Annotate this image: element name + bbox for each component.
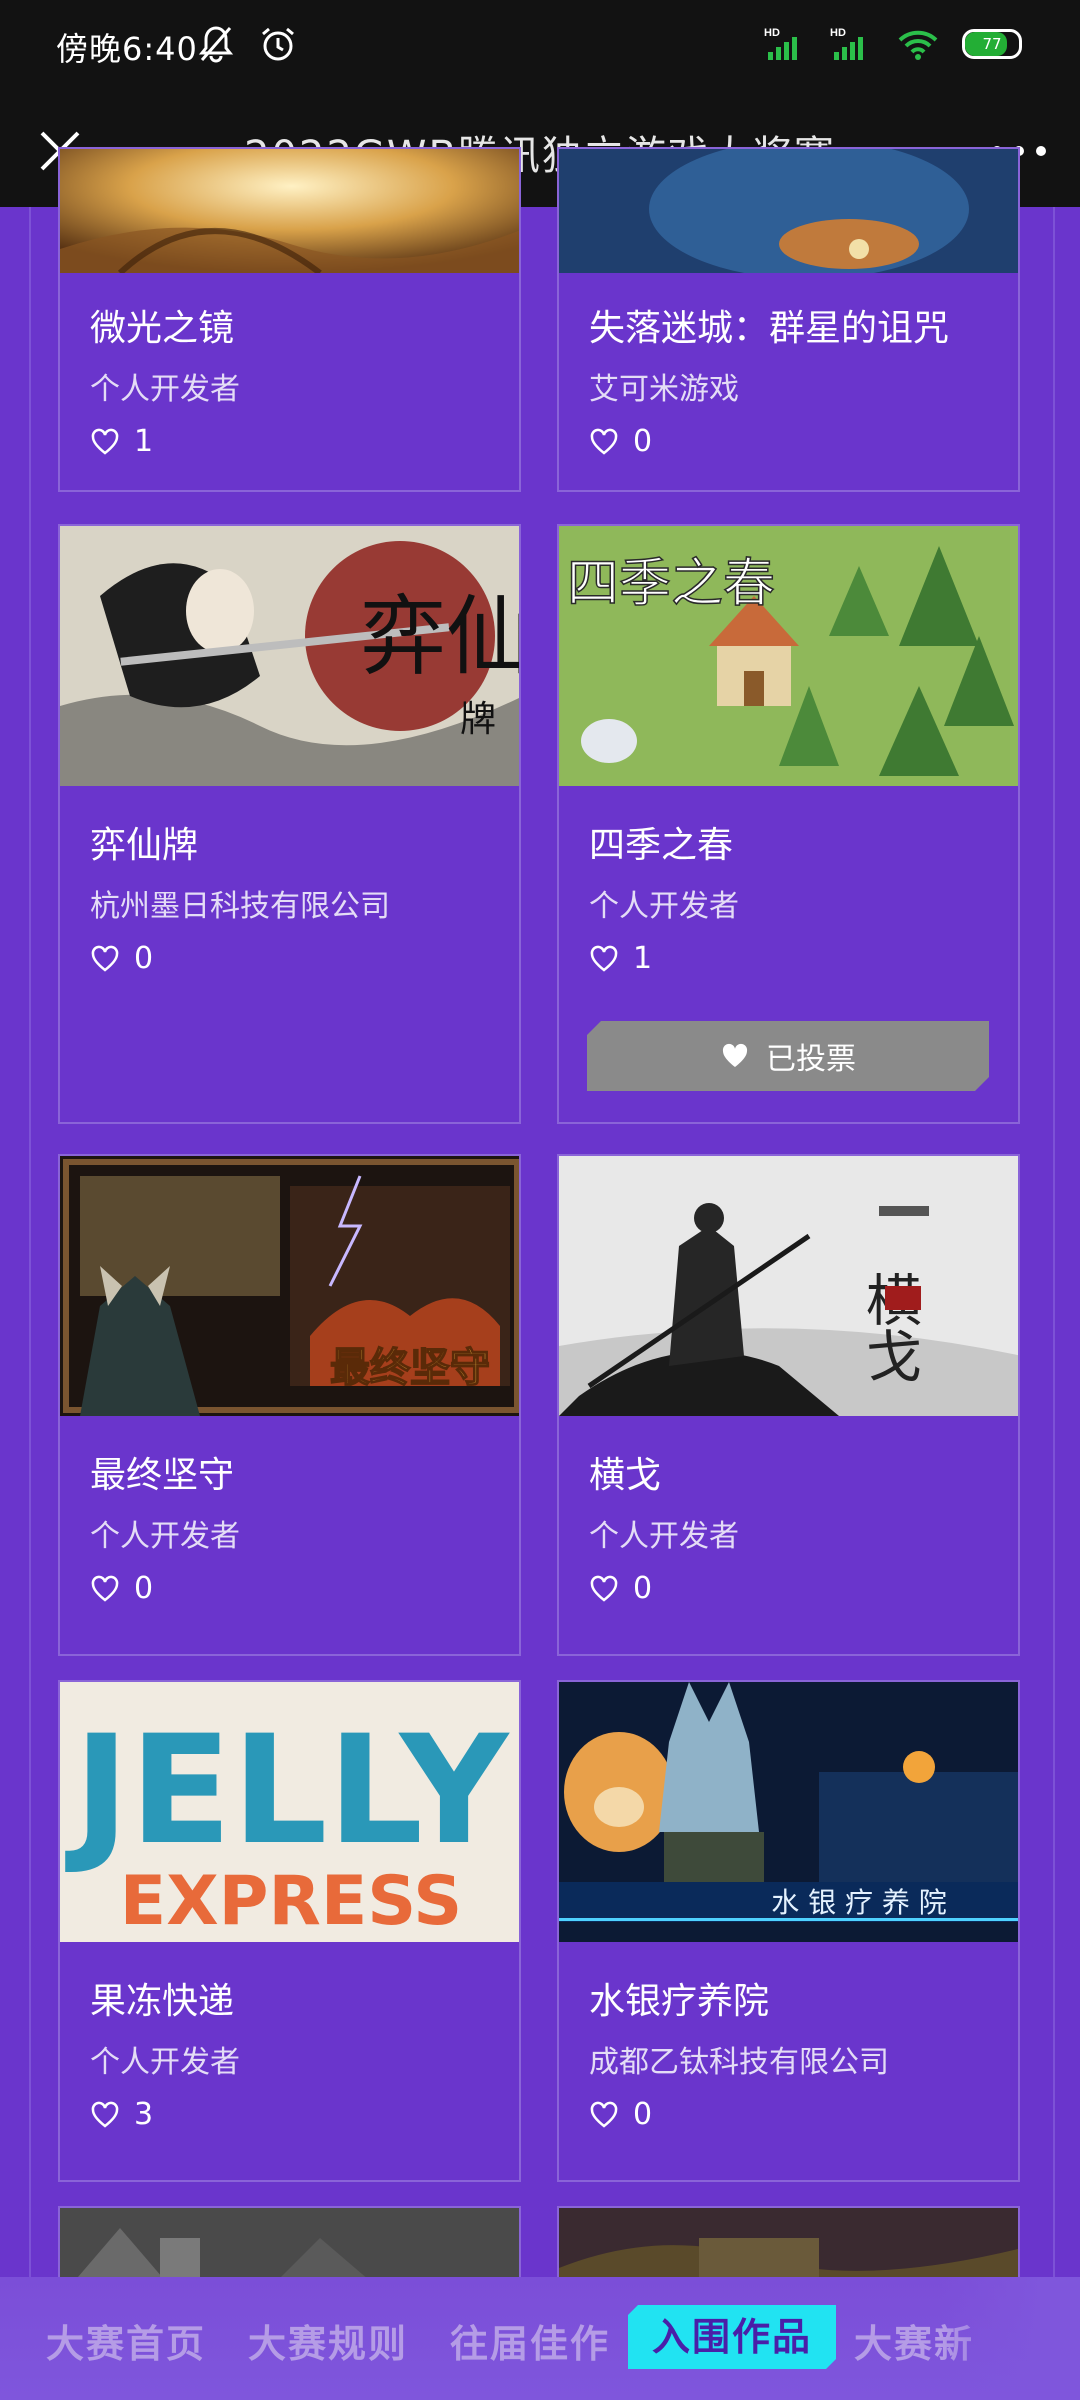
game-card[interactable]: 横戈 横戈 个人开发者 0 [557, 1154, 1020, 1656]
heart-outline-icon [91, 428, 119, 455]
tab-past-works[interactable]: 往届佳作 [450, 2313, 610, 2368]
game-card[interactable]: 微光之镜 个人开发者 1 [58, 147, 521, 492]
nav-fade-overlay [940, 2277, 1080, 2400]
game-title[interactable]: 果冻快递 [90, 1972, 234, 2024]
wifi-icon [898, 30, 938, 60]
svg-text:HD: HD [830, 27, 846, 39]
cover-art-subtitle: 牌 [460, 699, 496, 740]
game-title[interactable]: 四季之春 [589, 816, 733, 868]
svg-text:HD: HD [764, 27, 780, 39]
game-developer: 成都乙钛科技有限公司 [589, 2045, 889, 2080]
like-count[interactable]: 0 [90, 941, 153, 976]
like-number: 0 [633, 1571, 653, 1606]
like-number: 1 [633, 941, 653, 976]
like-count[interactable]: 1 [589, 941, 652, 976]
cover-art-subtitle: EXPRESS [120, 1862, 462, 1941]
bell-muted-icon [198, 26, 234, 63]
game-card[interactable]: JELLY EXPRESS 果冻快递 个人开发者 3 [58, 1680, 521, 2182]
tab-home[interactable]: 大赛首页 [46, 2313, 206, 2368]
game-cover-image[interactable]: 最终坚守 [60, 1156, 519, 1416]
game-title[interactable]: 水银疗养院 [589, 1972, 769, 2024]
tab-finalists[interactable]: 入围作品 [628, 2305, 836, 2369]
game-cover-image[interactable]: 四季之春 [559, 526, 1018, 786]
game-grid: 微光之镜 个人开发者 1 失落迷城：群星的诅咒 艾可米游戏 0 弈仙 牌 弈仙牌… [29, 147, 1055, 2296]
game-developer: 杭州墨日科技有限公司 [90, 889, 390, 924]
game-cover-image[interactable] [60, 149, 519, 273]
game-title[interactable]: 横戈 [589, 1446, 661, 1498]
signal-hd-icon-2: HD [830, 27, 863, 60]
game-title[interactable]: 弈仙牌 [90, 816, 198, 868]
status-time: 傍晚6:40 [56, 30, 198, 68]
cover-art-title: JELLY [65, 1704, 511, 1878]
game-developer: 个人开发者 [90, 1519, 240, 1554]
game-title[interactable]: 微光之镜 [90, 299, 234, 351]
like-number: 0 [633, 2097, 653, 2132]
heart-outline-icon [91, 2101, 119, 2128]
game-developer: 个人开发者 [90, 2045, 240, 2080]
cover-art-title: 弈仙 [360, 587, 519, 687]
like-number: 1 [134, 424, 154, 459]
like-count[interactable]: 3 [90, 2097, 153, 2132]
heart-outline-icon [590, 428, 618, 455]
battery-indicator: 77 [962, 29, 1022, 59]
game-cover-image[interactable] [559, 149, 1018, 273]
game-developer: 个人开发者 [589, 889, 739, 924]
voted-label: 已投票 [766, 1042, 856, 1077]
like-number: 0 [134, 941, 154, 976]
voted-button[interactable]: 已投票 [587, 1021, 989, 1091]
heart-filled-icon [720, 1042, 750, 1070]
heart-outline-icon [590, 945, 618, 972]
game-card[interactable]: 弈仙 牌 弈仙牌 杭州墨日科技有限公司 0 [58, 524, 521, 1124]
game-title[interactable]: 最终坚守 [90, 1446, 234, 1498]
game-card[interactable]: 四季之春 四季之春 个人开发者 1 已投票 [557, 524, 1020, 1124]
game-cover-image[interactable]: 横戈 [559, 1156, 1018, 1416]
like-number: 3 [134, 2097, 154, 2132]
tab-rules[interactable]: 大赛规则 [248, 2313, 408, 2368]
game-developer: 个人开发者 [589, 1519, 739, 1554]
battery-level: 77 [982, 35, 1002, 53]
heart-outline-icon [91, 945, 119, 972]
game-card[interactable]: 水 银 疗 养 院 水银疗养院 成都乙钛科技有限公司 0 [557, 1680, 1020, 2182]
game-cover-image[interactable]: 弈仙 牌 [60, 526, 519, 786]
cover-art-title: 水 银 疗 养 院 [771, 1886, 947, 1919]
like-count[interactable]: 0 [589, 424, 652, 459]
like-number: 0 [134, 1571, 154, 1606]
status-bar: 傍晚6:40 HD HD 77 [0, 0, 1080, 95]
game-title[interactable]: 失落迷城：群星的诅咒 [589, 299, 949, 351]
like-count[interactable]: 1 [90, 424, 153, 459]
game-cover-image[interactable]: JELLY EXPRESS [60, 1682, 519, 1942]
game-developer: 个人开发者 [90, 372, 240, 407]
heart-outline-icon [590, 1575, 618, 1602]
game-developer: 艾可米游戏 [589, 372, 739, 407]
like-count[interactable]: 0 [589, 2097, 652, 2132]
like-count[interactable]: 0 [90, 1571, 153, 1606]
game-card[interactable]: 最终坚守 最终坚守 个人开发者 0 [58, 1154, 521, 1656]
signal-hd-icon: HD [764, 27, 797, 60]
like-count[interactable]: 0 [589, 1571, 652, 1606]
cover-art-title: 四季之春 [567, 554, 775, 614]
like-number: 0 [633, 424, 653, 459]
cover-art-title: 最终坚守 [330, 1345, 490, 1391]
heart-outline-icon [91, 1575, 119, 1602]
bottom-nav: 大赛首页 大赛规则 往届佳作 入围作品 大赛新 [0, 2277, 1080, 2400]
heart-outline-icon [590, 2101, 618, 2128]
game-cover-image[interactable]: 水 银 疗 养 院 [559, 1682, 1018, 1942]
alarm-icon [262, 27, 294, 61]
game-card[interactable]: 失落迷城：群星的诅咒 艾可米游戏 0 [557, 147, 1020, 492]
